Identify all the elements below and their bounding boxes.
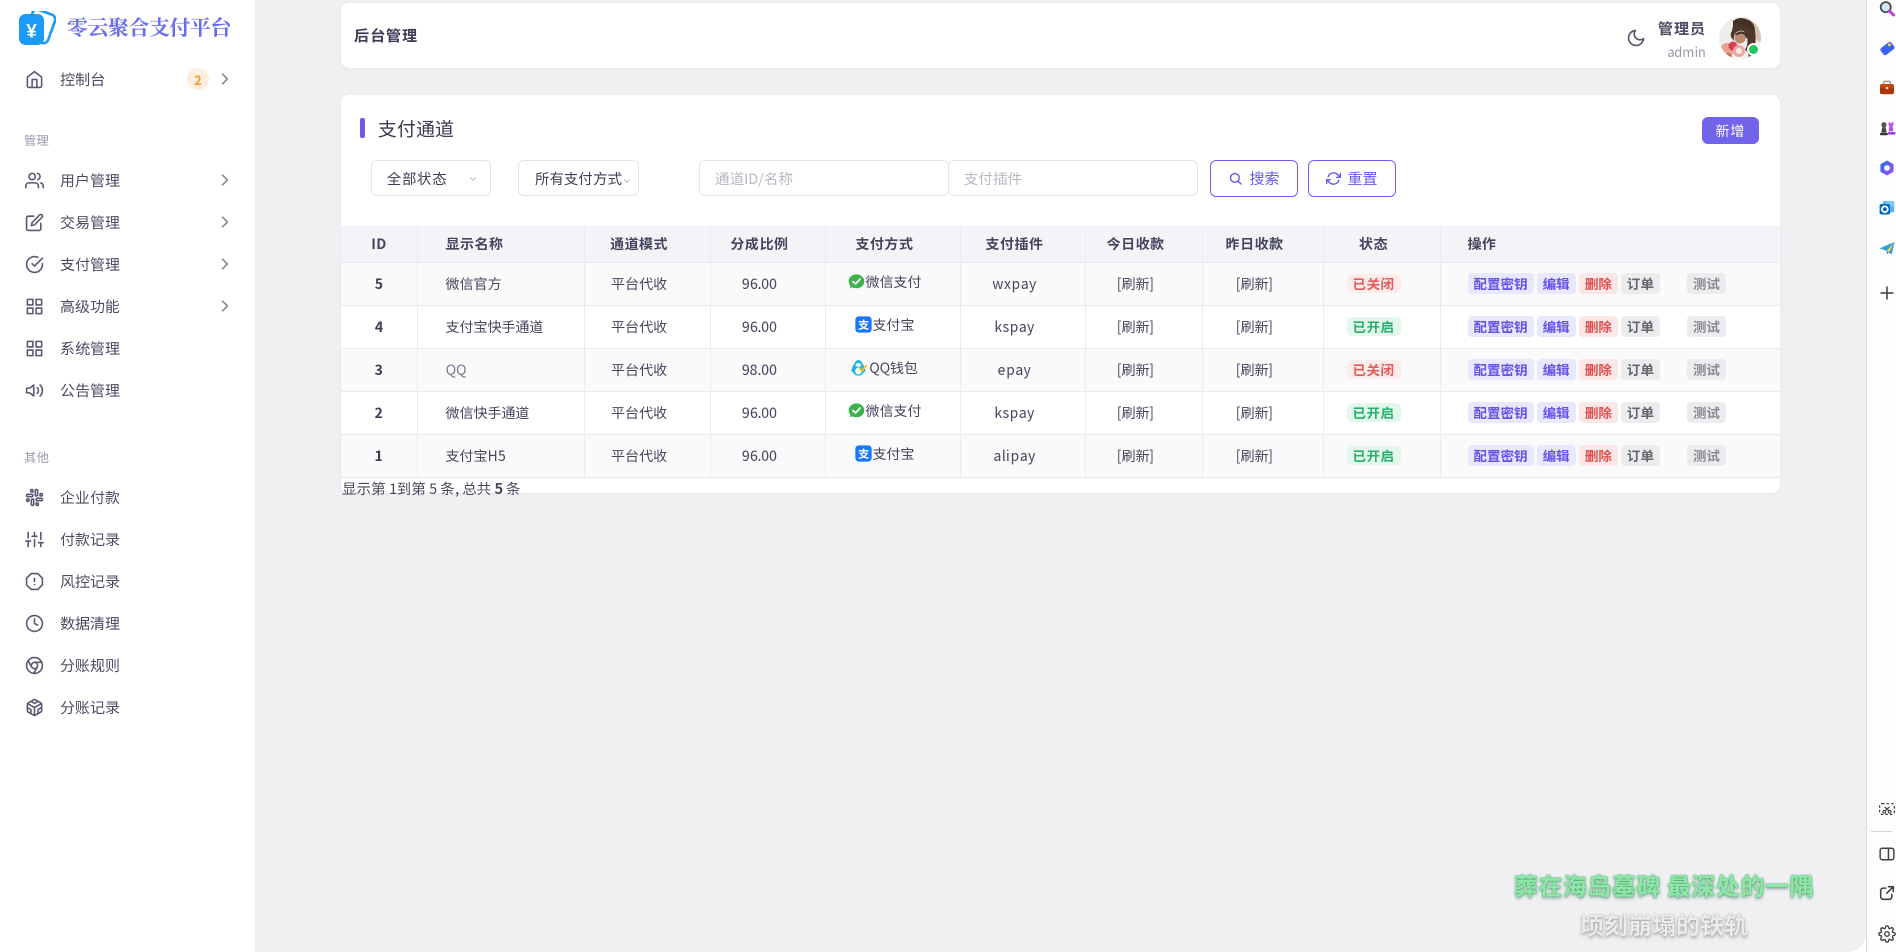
svg-text:支: 支 xyxy=(857,317,868,333)
svg-text:支: 支 xyxy=(857,446,868,462)
svg-text:¥: ¥ xyxy=(26,22,37,43)
